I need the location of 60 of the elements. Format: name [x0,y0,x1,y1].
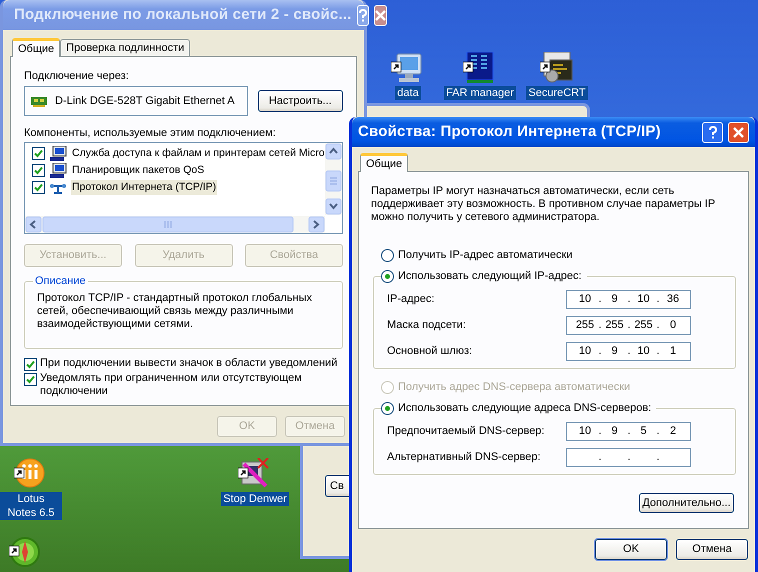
advanced-button[interactable]: Дополнительно... [639,493,734,513]
icon-label[interactable]: FAR manager [444,86,516,100]
help-button[interactable] [702,122,723,142]
checkbox-label[interactable]: Уведомлять при ограниченном или отсутствующем подключении [40,372,340,398]
checkbox[interactable] [32,164,45,177]
ip-address-field[interactable]: 10 . 9 . 5 . 2 [566,422,691,441]
ip-address-field[interactable]: 10 . 9 . 10 . 1 [566,342,691,361]
configure-button[interactable]: Настроить... [258,90,343,112]
help-icon [708,126,718,138]
description-text: Протокол TCP/IP - стандартный протокол глобальных сетей, обеспечивающий связь между различными взаимодействующими сетями. [37,292,313,331]
adapter-name: D-Link DGE-528T Gigabit Ethernet A [55,94,235,109]
ip-address-field[interactable]: 10 . 9 . 10 . 36 [566,290,691,309]
checkbox-label[interactable]: При подключении вывести значок в области уведомлений [40,357,340,370]
close-button[interactable] [728,122,749,142]
close-icon [733,126,744,138]
shortcut-icon [540,52,574,84]
window-title: Подключение по локальной сети 2 - свойс... [14,4,352,25]
help-icon [358,8,368,22]
radio-button[interactable] [381,402,394,414]
icon-label[interactable]: data [395,86,421,100]
ip-address-field[interactable]: 255 . 255 . 255 . 0 [566,316,691,335]
radio-label[interactable]: Использовать следующие адреса DNS-серверов: [397,401,652,415]
tab[interactable]: Общие [12,38,60,57]
radio-button[interactable] [381,270,394,282]
field-label: Предпочитаемый DNS-сервер: [387,424,544,440]
icon-label[interactable]: Stop Denwer [221,492,289,506]
field-label: Подключение через: [24,69,130,83]
checkbox[interactable] [32,181,45,194]
list-item[interactable]: Планировщик пакетов QoS [71,162,206,178]
checkbox[interactable] [24,358,37,371]
tab[interactable]: Общие [360,153,408,172]
computer-icon [49,146,67,162]
network-card-icon [31,95,47,107]
close-button[interactable] [374,4,387,26]
vertical-scrollbar [325,143,342,215]
list-item[interactable]: Протокол Интернета (TCP/IP) [71,180,218,196]
dialog-button[interactable]: Отмена [676,539,748,560]
computer-icon [49,162,67,178]
icon-label[interactable]: Lotus Notes 6.5 [0,492,62,520]
checkbox[interactable] [24,373,37,386]
field-label: IP-адрес: [387,292,434,308]
field-label: Альтернативный DNS-сервер: [387,450,541,466]
field-label: Основной шлюз: [387,344,472,360]
close-icon [374,10,386,20]
radio-button[interactable] [381,248,394,262]
ip-address-field[interactable]: . . . [566,448,691,467]
icon-label[interactable]: SecureCRT [526,86,588,100]
radio-label[interactable]: Использовать следующий IP-адрес: [397,269,583,283]
tab[interactable]: Проверка подлинности [60,39,190,56]
compass-icon [9,536,43,568]
help-button[interactable] [356,4,369,26]
dialog-button[interactable]: OK [595,539,667,560]
radio-label[interactable]: Получить IP-адрес автоматически [397,248,574,262]
checkbox[interactable] [32,147,45,160]
field-label: Маска подсети: [387,318,466,334]
field-label: Компоненты, используемые этим подключением: [24,126,277,140]
list-item[interactable]: Служба доступа к файлам и принтерам сетей Micro [71,146,324,162]
window-title: Свойства: Протокол Интернета (TCP/IP) [358,122,662,142]
intro-text: Параметры IP могут назначаться автоматически, если сеть поддерживает эту возможность. В противном случае параметры IP можно получить у сетевого администратора. [371,185,716,224]
window-button[interactable]: Св [325,475,349,497]
